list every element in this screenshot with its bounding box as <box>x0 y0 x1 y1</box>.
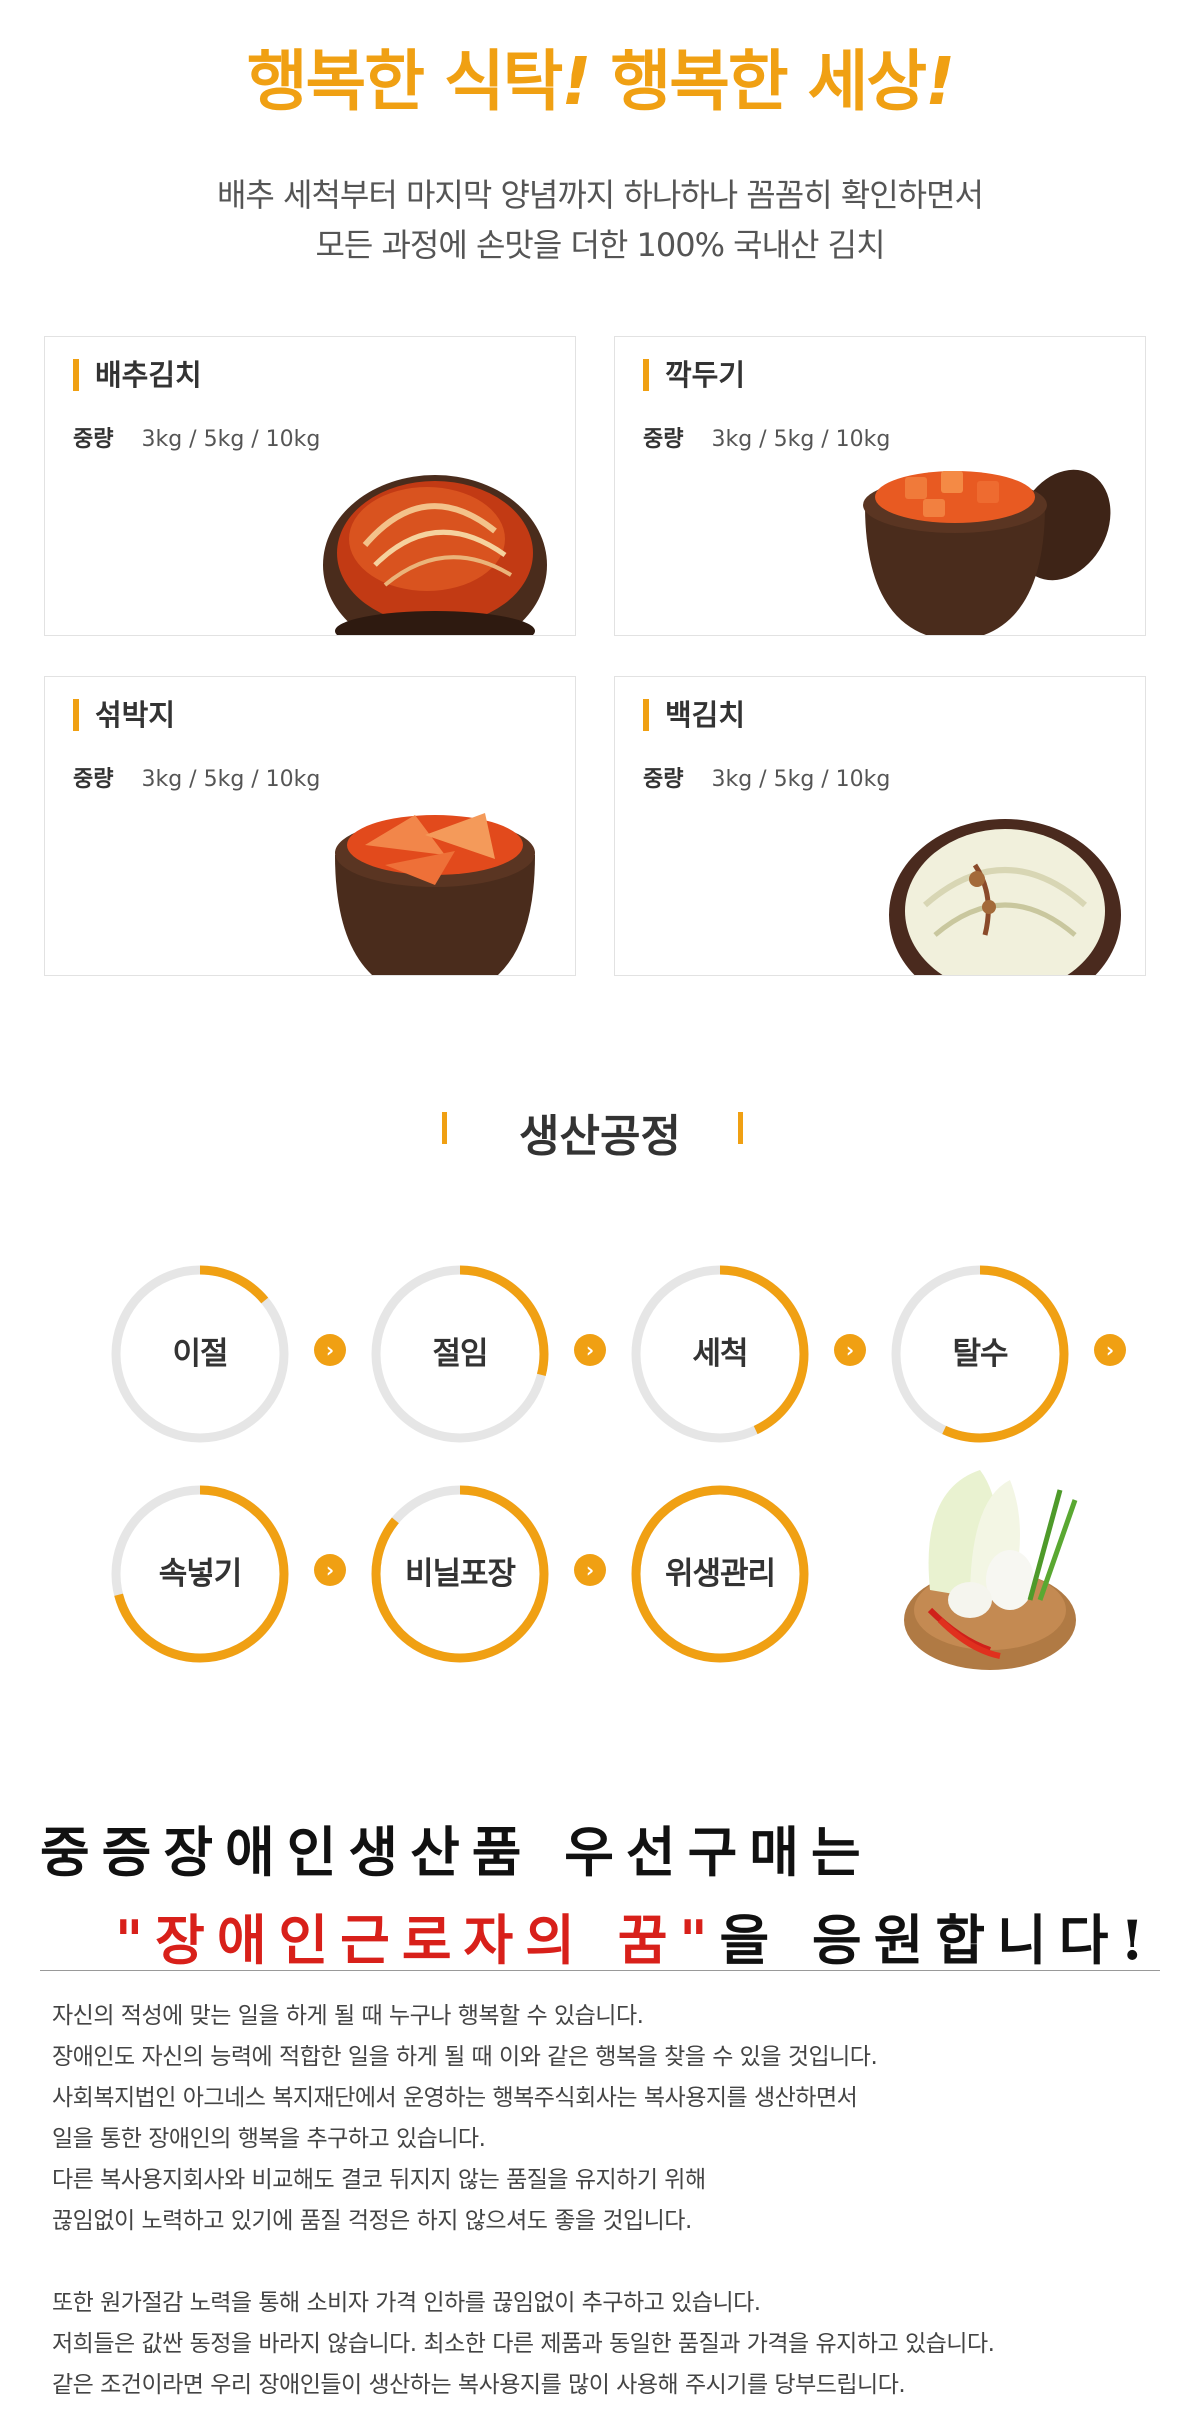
process-step: 이절 <box>108 1262 292 1446</box>
product-weight: 중량 3kg / 5kg / 10kg <box>643 761 890 793</box>
title-exclaim-1: ! <box>561 43 591 120</box>
process-step: 절임 <box>368 1262 552 1446</box>
body-line: 저희들은 값싼 동정을 바라지 않습니다. 최소한 다른 제품과 동일한 품질과… <box>52 2331 995 2357</box>
cabbage-kimchi-image <box>323 475 547 635</box>
page-title: 행복한 식탁! 행복한 세상! <box>0 28 1200 124</box>
divider <box>40 1970 1160 1971</box>
weight-label: 중량 <box>643 767 684 792</box>
quote-open: " <box>115 1908 156 1972</box>
title-part-2: 행복한 세상 <box>589 43 927 120</box>
arrow-right-icon: › <box>574 1554 606 1586</box>
campaign-line-2-rest: 을 응원합니다! <box>719 1908 1157 1972</box>
arrow-right-icon: › <box>314 1334 346 1366</box>
intro-line-2: 모든 과정에 손맛을 더한 100% 국내산 김치 <box>315 226 885 264</box>
process-step-label: 비닐포장 <box>404 1556 516 1592</box>
arrow-right-icon: › <box>834 1334 866 1366</box>
product-name: 깍두기 <box>643 359 745 391</box>
body-line: 장애인도 자신의 능력에 적합한 일을 하게 될 때 이와 같은 행복을 찾을 … <box>52 2044 878 2070</box>
body-line: 다른 복사용지회사와 비교해도 결코 뒤지지 않는 품질을 유지하기 위해 <box>52 2167 706 2193</box>
weight-value: 3kg / 5kg / 10kg <box>141 427 321 452</box>
body-line: 일을 통한 장애인의 행복을 추구하고 있습니다. <box>52 2126 486 2152</box>
body-line: 같은 조건이라면 우리 장애인들이 생산하는 복사용지를 많이 사용해 주시기를… <box>52 2372 906 2398</box>
product-card-baek-kimchi: 백김치 중량 3kg / 5kg / 10kg <box>614 676 1146 976</box>
weight-value: 3kg / 5kg / 10kg <box>711 767 891 792</box>
intro-text: 배추 세척부터 마지막 양념까지 하나하나 꼼꼼히 확인하면서 모든 과정에 손… <box>0 170 1200 270</box>
weight-label: 중량 <box>73 427 114 452</box>
process-step: 위생관리 <box>628 1482 812 1666</box>
process-step: 탈수 <box>888 1262 1072 1446</box>
title-bar-right <box>738 1112 743 1144</box>
vegetable-basket-image <box>904 1470 1078 1670</box>
product-card-kkakdugi: 깍두기 중량 3kg / 5kg / 10kg <box>614 336 1146 636</box>
process-step-label: 세척 <box>692 1336 748 1372</box>
weight-value: 3kg / 5kg / 10kg <box>141 767 321 792</box>
process-step-label: 이절 <box>172 1336 228 1372</box>
campaign-line-1: 중증장애인생산품 우선구매는 <box>40 1820 873 1884</box>
process-step-label: 속넣기 <box>158 1556 243 1592</box>
product-card-seokbakji: 섞박지 중량 3kg / 5kg / 10kg <box>44 676 576 976</box>
product-weight: 중량 3kg / 5kg / 10kg <box>73 421 320 453</box>
body-line: 또한 원가절감 노력을 통해 소비자 가격 인하를 끊임없이 추구하고 있습니다… <box>52 2290 761 2316</box>
product-name: 백김치 <box>643 699 745 731</box>
white-kimchi-image <box>889 819 1121 975</box>
campaign-line-2: "장애인근로자의 꿈"을 응원합니다! <box>115 1896 1156 1975</box>
process-step-label: 위생관리 <box>664 1556 776 1592</box>
body-line: 자신의 적성에 맞는 일을 하게 될 때 누구나 행복할 수 있습니다. <box>52 2003 644 2029</box>
weight-label: 중량 <box>643 427 684 452</box>
body-text: 자신의 적성에 맞는 일을 하게 될 때 누구나 행복할 수 있습니다. 장애인… <box>52 1996 1172 2406</box>
title-exclaim-2: ! <box>925 43 955 120</box>
arrow-right-icon: › <box>314 1554 346 1586</box>
product-name: 배추김치 <box>73 359 202 391</box>
seokbakji-image <box>335 813 535 975</box>
process-step-label: 탈수 <box>952 1336 1008 1372</box>
product-name: 섞박지 <box>73 699 175 731</box>
process-step: 속넣기 <box>108 1482 292 1666</box>
body-line: 사회복지법인 아그네스 복지재단에서 운영하는 행복주식회사는 복사용지를 생산… <box>52 2085 858 2111</box>
arrow-right-icon: › <box>1094 1334 1126 1366</box>
process-step: 세척 <box>628 1262 812 1446</box>
body-line: 끊임없이 노력하고 있기에 품질 걱정은 하지 않으셔도 좋을 것입니다. <box>52 2208 692 2234</box>
process-step-label: 절임 <box>432 1336 488 1372</box>
campaign-highlight: 장애인근로자의 꿈 <box>155 1908 680 1972</box>
process-step: 비닐포장 <box>368 1482 552 1666</box>
intro-line-1: 배추 세척부터 마지막 양념까지 하나하나 꼼꼼히 확인하면서 <box>216 176 984 214</box>
weight-label: 중량 <box>73 767 114 792</box>
title-part-1: 행복한 식탁 <box>246 43 564 120</box>
quote-close: " <box>679 1908 720 1972</box>
process-title: 생산공정 <box>519 1111 681 1162</box>
product-weight: 중량 3kg / 5kg / 10kg <box>73 761 320 793</box>
radish-kimchi-image <box>863 469 1111 635</box>
arrow-right-icon: › <box>574 1334 606 1366</box>
product-card-baechu: 배추김치 중량 3kg / 5kg / 10kg <box>44 336 576 636</box>
